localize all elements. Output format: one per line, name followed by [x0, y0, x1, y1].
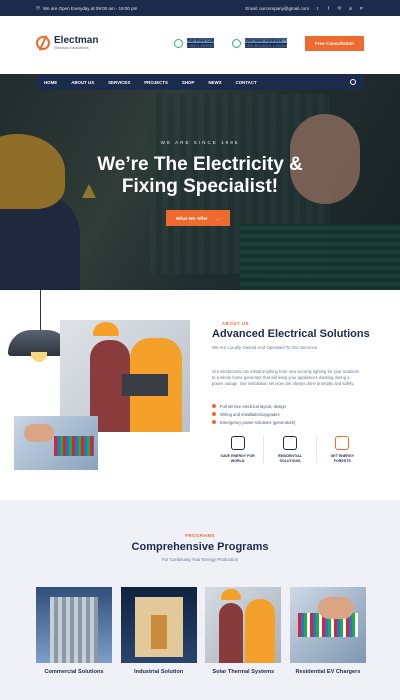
hero-title: We’re The Electricity & Fixing Specialis… — [0, 154, 400, 198]
brand-name: Electman — [54, 35, 99, 46]
list-item: Wiring and installation/upgrades — [212, 410, 295, 418]
bullet-icon — [212, 420, 216, 424]
nav-item-shop[interactable]: SHOP — [182, 80, 194, 85]
programs-lead: For Continuing Your Energy Production — [161, 557, 239, 562]
nav-item-projects[interactable]: PROJECTS — [144, 80, 168, 85]
main-navigation: HOME ABOUT US SERVICES PROJECTS SHOP NEW… — [36, 74, 364, 90]
twitter-icon[interactable]: t — [315, 6, 320, 11]
lamp-cord — [40, 290, 41, 332]
address-info: Our New Address 55/5 Brooklyn, London — [232, 38, 288, 48]
nav-item-home[interactable]: HOME — [44, 80, 57, 85]
about-service-list: Full service electrical layout, design W… — [212, 402, 295, 426]
feature-residential: RESIDENTIAL SOLUTIONS — [264, 436, 317, 464]
hero-title-line1: We’re The Electricity & — [97, 154, 303, 175]
free-consultation-button[interactable]: Free Consultation — [304, 35, 364, 51]
about-title: Advanced Electrical Solutions — [212, 328, 370, 340]
clock-icon: ◷ — [36, 5, 40, 10]
power-tower-icon — [230, 436, 245, 450]
list-item: Full service electrical layout, design — [212, 402, 295, 410]
top-info-bar: ◷ We are Open Everyday at 09:00 am - 19:… — [0, 0, 400, 16]
brand-tagline: Electrical Installations — [54, 46, 89, 50]
nav-item-services[interactable]: SERVICES — [108, 80, 130, 85]
logo[interactable]: Electman Electrical Installations — [36, 36, 156, 50]
topbar-right: Email: ourcompany@gmail.com t f ◎ in P — [245, 5, 364, 11]
about-lead: We Are Locally Owned And Operated To Our… — [212, 345, 318, 350]
hero-title-line2: Fixing Specialist! — [121, 176, 279, 197]
about-small-image — [14, 416, 98, 470]
program-card-industrial[interactable]: Industrial Solution — [120, 587, 197, 675]
program-card-solar[interactable]: Solar Thermal Systems — [205, 587, 282, 675]
instagram-icon[interactable]: ◎ — [337, 5, 342, 11]
site-header: Electman Electrical Installations Toll F… — [0, 16, 400, 70]
nav-item-news[interactable]: NEWS — [208, 80, 221, 85]
plug-icon — [282, 436, 297, 450]
list-item: Emergency power solutions (generators) — [212, 418, 295, 426]
nav-item-about-us[interactable]: ABOUT US — [71, 80, 94, 85]
about-subtitle: ABOUT US — [222, 321, 249, 326]
facebook-icon[interactable]: f — [326, 6, 331, 11]
about-features: SAVE ENERGY FOR WORLD RESIDENTIAL SOLUTI… — [212, 436, 368, 464]
location-icon — [232, 38, 242, 48]
about-description: Our electricians can install anything fr… — [212, 369, 360, 386]
ev-charger-image — [289, 587, 366, 663]
industrial-image — [120, 587, 197, 663]
solar-image — [205, 587, 282, 663]
programs-subtitle: PROGRAMS — [185, 533, 215, 538]
hero-since: WE ARE SINCE 1995 — [160, 140, 240, 145]
energy-box-icon — [335, 436, 350, 450]
lamp-bulb — [31, 352, 47, 362]
pinterest-icon[interactable]: P — [359, 6, 364, 11]
toll-free-call[interactable]: Toll Free Call (+557) 964587 — [174, 38, 215, 48]
arrow-right-icon: → — [215, 215, 221, 221]
feature-get-energy: GET ENERGY FORESTS — [317, 436, 368, 463]
what-we-offer-label: What We Offer — [176, 215, 208, 221]
program-card-commercial[interactable]: Commercial Solutions — [36, 587, 112, 675]
what-we-offer-button[interactable]: What We Offer → — [166, 210, 231, 226]
feature-save-energy: SAVE ENERGY FOR WORLD — [212, 436, 265, 464]
commercial-image — [36, 587, 112, 663]
linkedin-icon[interactable]: in — [348, 6, 353, 11]
topbar-email[interactable]: Email: ourcompany@gmail.com — [245, 6, 309, 11]
call-number: (+557) 964587 — [187, 43, 215, 48]
phone-icon — [174, 38, 183, 48]
bolt-logo-icon — [36, 36, 50, 50]
address-value: 55/5 Brooklyn, London — [245, 43, 288, 48]
hero-banner: WE ARE SINCE 1995 We’re The Electricity … — [0, 74, 400, 290]
bullet-icon — [212, 404, 216, 408]
bullet-icon — [212, 412, 216, 416]
opening-hours-text: We are Open Everyday at 09:00 am - 19:00… — [42, 5, 138, 11]
programs-title: Comprehensive Programs — [131, 541, 269, 553]
search-icon[interactable] — [350, 79, 356, 85]
opening-hours: ◷ We are Open Everyday at 09:00 am - 19:… — [36, 5, 137, 11]
program-card-ev[interactable]: Residential EV Chargers — [289, 587, 366, 675]
nav-item-contact[interactable]: CONTACT — [236, 80, 257, 85]
program-cards: Commercial Solutions Industrial Solution… — [36, 587, 366, 675]
